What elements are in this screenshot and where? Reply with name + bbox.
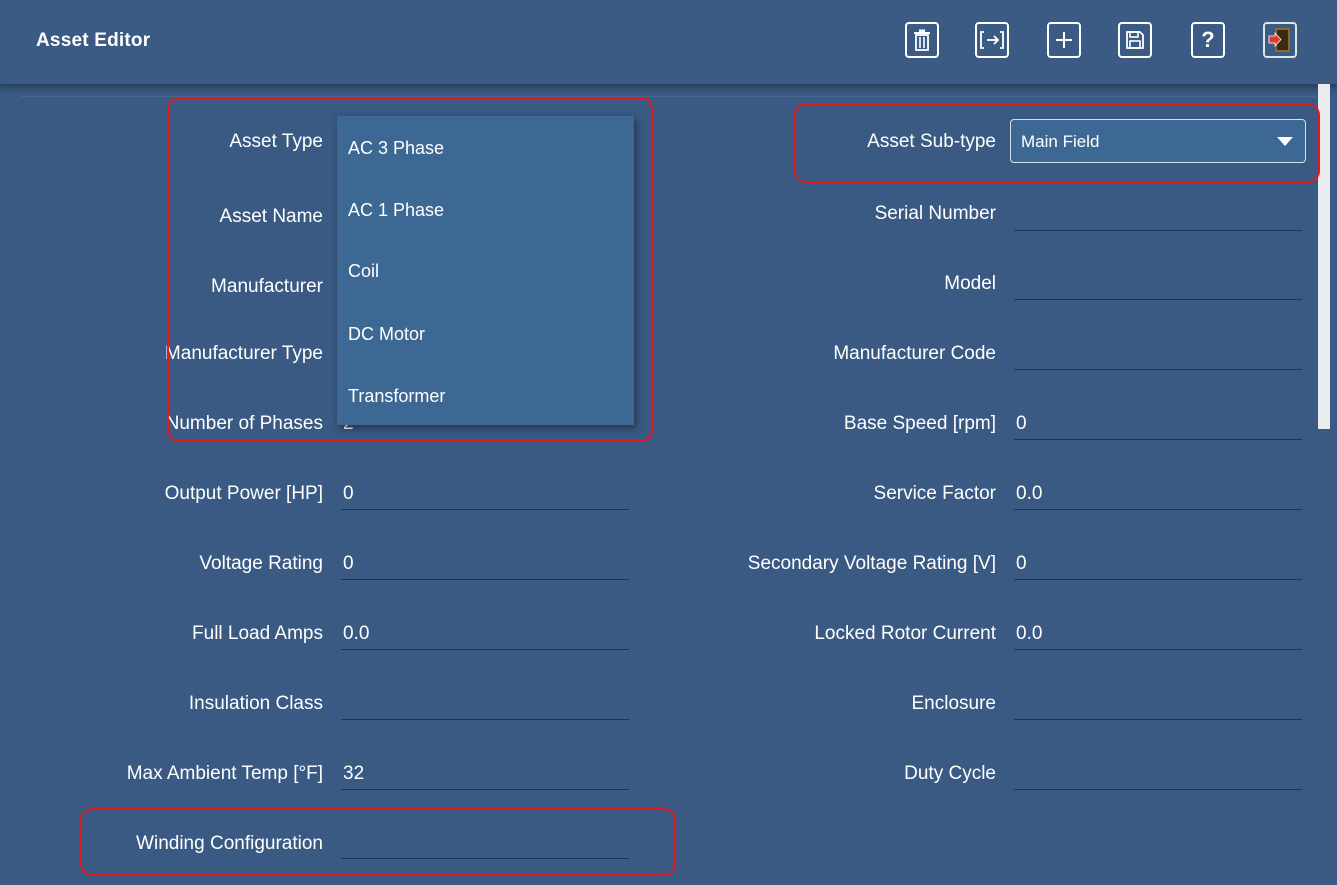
secondary-voltage-value[interactable]: 0 (1016, 553, 1027, 575)
locked-rotor-current-value[interactable]: 0.0 (1016, 623, 1042, 645)
help-icon: ? (1201, 27, 1215, 52)
exit-button[interactable] (1263, 22, 1297, 58)
help-button[interactable]: ? (1191, 22, 1225, 58)
enclosure-field[interactable] (1014, 719, 1302, 720)
base-speed-value[interactable]: 0 (1016, 413, 1027, 435)
save-button[interactable] (1118, 22, 1152, 58)
locked-rotor-current-field[interactable] (1014, 649, 1302, 650)
output-power-label: Output Power [HP] (164, 483, 323, 504)
manufacturer-code-field[interactable] (1014, 369, 1302, 370)
serial-number-label: Serial Number (874, 203, 996, 224)
exit-door-icon (1268, 28, 1290, 52)
secondary-voltage-field[interactable] (1014, 579, 1302, 580)
output-power-field[interactable] (341, 509, 629, 510)
trash-icon (914, 29, 930, 51)
save-icon (1126, 31, 1144, 49)
asset-type-highlight (167, 97, 653, 442)
full-load-amps-field[interactable] (341, 649, 629, 650)
delete-button[interactable] (905, 22, 939, 58)
manufacturer-code-label: Manufacturer Code (833, 343, 996, 364)
model-field[interactable] (1014, 299, 1302, 300)
voltage-rating-label: Voltage Rating (199, 553, 323, 574)
voltage-rating-field[interactable] (341, 579, 629, 580)
full-load-amps-value[interactable]: 0.0 (343, 623, 369, 645)
insulation-class-field[interactable] (341, 719, 629, 720)
max-ambient-temp-value[interactable]: 32 (343, 763, 364, 785)
secondary-voltage-label: Secondary Voltage Rating [V] (747, 553, 996, 574)
service-factor-label: Service Factor (873, 483, 996, 504)
full-load-amps-label: Full Load Amps (192, 623, 323, 644)
duty-cycle-label: Duty Cycle (904, 763, 996, 784)
service-factor-field[interactable] (1014, 509, 1302, 510)
service-factor-value[interactable]: 0.0 (1016, 483, 1042, 505)
plus-icon (1056, 32, 1072, 48)
base-speed-field[interactable] (1014, 439, 1302, 440)
serial-number-field[interactable] (1014, 230, 1302, 231)
window-title: Asset Editor (36, 30, 151, 51)
locked-rotor-current-label: Locked Rotor Current (814, 623, 996, 644)
title-bar: Asset Editor ? (0, 0, 1337, 86)
export-button[interactable] (975, 22, 1009, 58)
enclosure-label: Enclosure (911, 693, 997, 714)
max-ambient-temp-field[interactable] (341, 789, 629, 790)
output-power-value[interactable]: 0 (343, 483, 354, 505)
add-button[interactable] (1047, 22, 1081, 58)
winding-configuration-highlight (80, 808, 676, 876)
duty-cycle-field[interactable] (1014, 789, 1302, 790)
export-icon (980, 31, 1004, 49)
voltage-rating-value[interactable]: 0 (343, 553, 354, 575)
model-label: Model (944, 273, 996, 294)
base-speed-label: Base Speed [rpm] (843, 413, 996, 434)
max-ambient-temp-label: Max Ambient Temp [°F] (126, 763, 323, 784)
insulation-class-label: Insulation Class (188, 693, 323, 714)
asset-subtype-highlight (794, 103, 1320, 183)
